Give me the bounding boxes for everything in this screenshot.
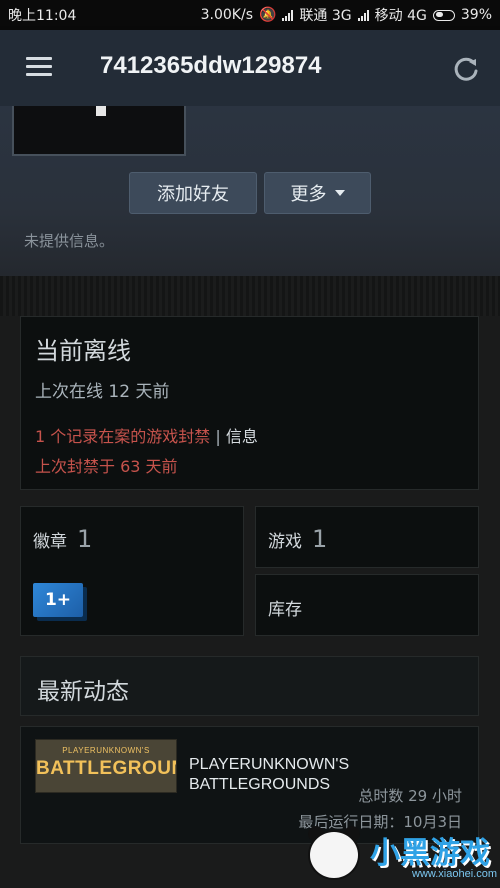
game-logo: PLAYERUNKNOWN'S BATTLEGROUNDS — [35, 739, 177, 793]
hamburger-menu-icon[interactable] — [26, 57, 52, 77]
carrier-mobile: 移动 4G — [374, 8, 427, 24]
avatar — [12, 106, 186, 156]
recent-activity-header: 最新动态 — [20, 656, 479, 716]
network-speed: 3.00K/s — [200, 7, 253, 23]
game-logo-small-text: PLAYERUNKNOWN'S — [62, 746, 150, 755]
watermark-logo: 小黑游戏 www.xiaohei.com — [300, 800, 500, 888]
last-ban: 上次封禁于 63 天前 — [35, 457, 178, 476]
watermark-url: www.xiaohei.com — [412, 868, 497, 880]
refresh-icon[interactable] — [452, 55, 480, 83]
badges-panel[interactable]: 徽章 1 1+ — [20, 506, 244, 636]
page-title: 7412365ddw129874 — [100, 52, 322, 79]
clock: 晚上11:04 — [8, 8, 77, 24]
panda-mascot-icon — [308, 830, 360, 880]
signal-icon — [282, 9, 294, 21]
status-icons: 3.00K/s 🔕 联通 3G 移动 4G 39% — [201, 5, 492, 25]
watermark-text: 小黑游戏 — [370, 836, 490, 871]
ban-record-text: 1 个记录在案的游戏封禁 — [35, 427, 211, 446]
mute-icon: 🔕 — [259, 7, 277, 23]
online-status-panel: 当前离线 上次在线 12 天前 1 个记录在案的游戏封禁 | 信息 上次封禁于 … — [20, 316, 479, 490]
games-label: 游戏 — [268, 532, 302, 552]
games-count: 1 — [312, 525, 328, 553]
battery-icon — [432, 9, 455, 21]
inventory-label: 库存 — [268, 600, 302, 620]
more-label: 更多 — [290, 184, 327, 205]
recent-activity-title: 最新动态 — [37, 679, 129, 705]
signal-icon — [357, 9, 369, 21]
ban-info-link[interactable]: 信息 — [226, 427, 258, 446]
status-bar: 晚上11:04 3.00K/s 🔕 联通 3G 移动 4G 39% — [0, 0, 500, 30]
profile-summary: 未提供信息。 — [24, 232, 115, 250]
games-heading: 游戏 1 — [268, 525, 327, 553]
battery-level: 39% — [460, 7, 492, 23]
game-logo-title: BATTLEGROUNDS — [36, 758, 176, 779]
badges-label: 徽章 — [33, 532, 67, 552]
badges-count: 1 — [77, 525, 93, 553]
ban-separator: | — [210, 427, 226, 446]
games-panel[interactable]: 游戏 1 — [255, 506, 479, 568]
badges-heading: 徽章 1 — [33, 525, 92, 553]
app-header: 7412365ddw129874 — [0, 30, 500, 106]
profile-section: 添加好友 更多 未提供信息。 — [0, 106, 500, 276]
carrier-unicom: 联通 3G — [299, 8, 352, 24]
add-friend-button[interactable]: 添加好友 — [129, 172, 257, 214]
more-button[interactable]: 更多 — [264, 172, 371, 214]
chevron-down-icon — [334, 190, 345, 196]
badge-icon[interactable]: 1+ — [33, 583, 83, 617]
ban-record-line: 1 个记录在案的游戏封禁 | 信息 — [35, 423, 258, 447]
section-divider — [0, 276, 500, 316]
last-online: 上次在线 12 天前 — [35, 382, 170, 402]
inventory-panel[interactable]: 库存 — [255, 574, 479, 636]
status-title: 当前离线 — [35, 337, 131, 365]
